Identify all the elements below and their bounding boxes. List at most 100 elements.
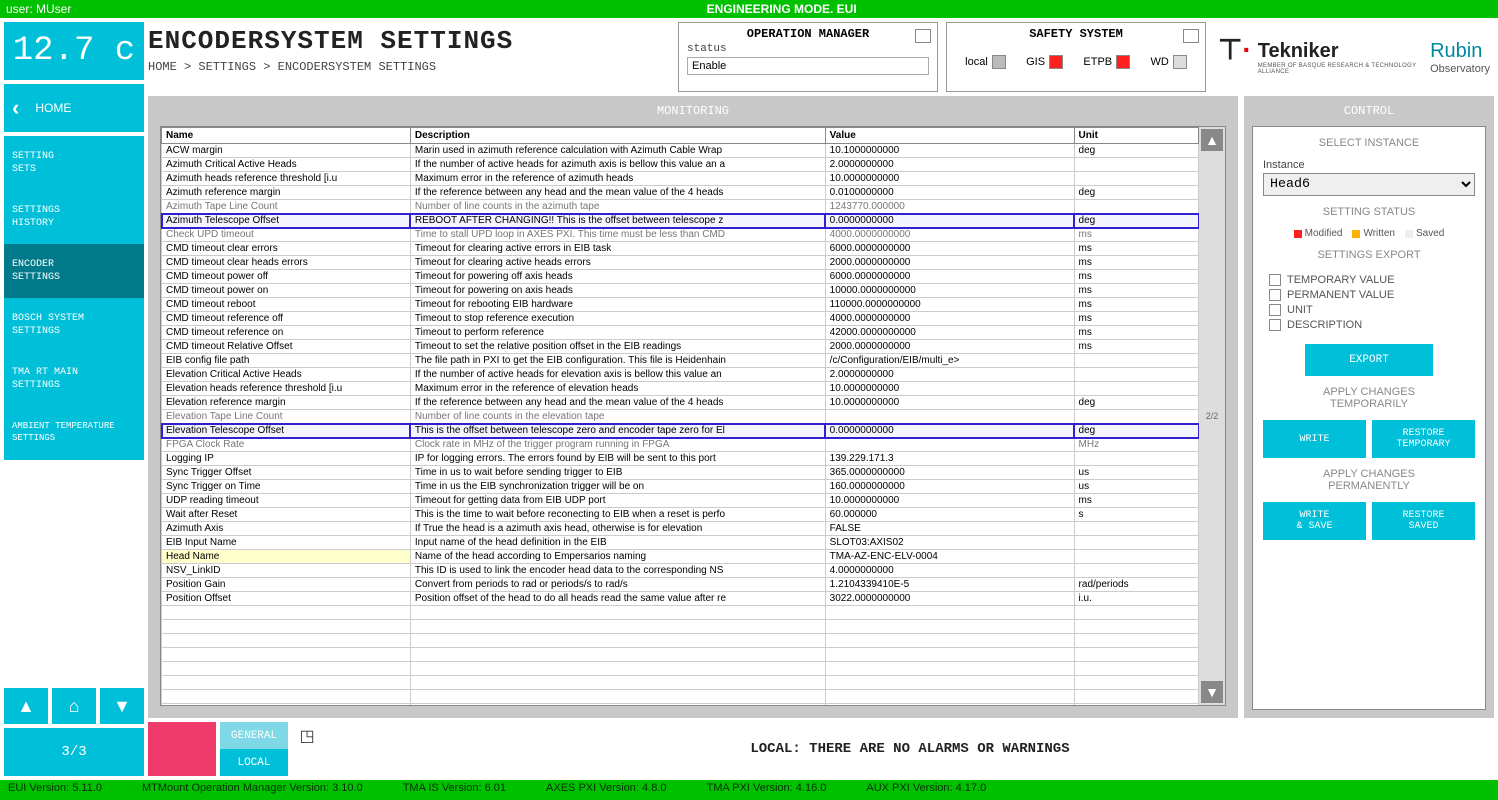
table-row[interactable]: CMD timeout Relative OffsetTimeout to se… (162, 340, 1199, 354)
table-row[interactable]: CMD timeout rebootTimeout for rebooting … (162, 298, 1199, 312)
table-row[interactable]: Check UPD timeoutTime to stall UPD loop … (162, 228, 1199, 242)
table-row[interactable]: Azimuth AxisIf True the head is a azimut… (162, 522, 1199, 536)
safety-indicator: GIS (1026, 55, 1063, 69)
table-scrollbar[interactable]: ▲ 2/2 ▼ (1199, 127, 1225, 705)
column-header[interactable]: Name (162, 128, 411, 144)
sidebar-item[interactable]: SETTING SETS (4, 136, 144, 190)
legend-item: Written (1352, 228, 1395, 239)
nav-house-button[interactable]: ⌂ (52, 688, 96, 724)
instance-select[interactable]: Head6 (1263, 173, 1475, 196)
rubin-sub: Observatory (1430, 63, 1490, 75)
setting-status-title: SETTING STATUS (1263, 206, 1475, 218)
expand-icon[interactable] (915, 29, 931, 43)
table-row[interactable]: Position OffsetPosition offset of the he… (162, 592, 1199, 606)
table-row (162, 662, 1199, 676)
table-row[interactable]: CMD timeout power offTimeout for powerin… (162, 270, 1199, 284)
tab-general[interactable]: GENERAL (220, 722, 288, 749)
expand-icon[interactable] (1183, 29, 1199, 43)
breadcrumb: HOME > SETTINGS > ENCODERSYSTEM SETTINGS (148, 60, 670, 74)
table-row[interactable]: Azimuth heads reference threshold [i.uMa… (162, 172, 1199, 186)
alarm-indicator[interactable] (148, 722, 216, 776)
scroll-down-icon[interactable]: ▼ (1201, 681, 1223, 703)
table-row[interactable]: CMD timeout reference offTimeout to stop… (162, 312, 1199, 326)
table-row[interactable]: Sync Trigger OffsetTime in us to wait be… (162, 466, 1199, 480)
sidebar-item[interactable]: AMBIENT TEMPERATURE SETTINGS (4, 406, 144, 460)
table-row[interactable]: NSV_LinkIDThis ID is used to link the en… (162, 564, 1199, 578)
popout-icon[interactable]: ◳ (292, 722, 322, 776)
table-row[interactable]: CMD timeout clear errorsTimeout for clea… (162, 242, 1199, 256)
safety-system-panel: SAFETY SYSTEM localGISETPBWD (946, 22, 1206, 92)
user-label: user: MUser (6, 2, 71, 16)
export-option[interactable]: UNIT (1269, 304, 1475, 316)
footer: GENERAL LOCAL ◳ LOCAL: THERE ARE NO ALAR… (148, 722, 1494, 776)
table-row[interactable]: Logging IPIP for logging errors. The err… (162, 452, 1199, 466)
table-row[interactable]: Azimuth Tape Line CountNumber of line co… (162, 200, 1199, 214)
table-page: 2/2 (1201, 405, 1223, 427)
table-row[interactable]: Sync Trigger on TimeTime in us the EIB s… (162, 480, 1199, 494)
checkbox-icon[interactable] (1269, 289, 1281, 301)
table-row[interactable]: CMD timeout clear heads errorsTimeout fo… (162, 256, 1199, 270)
table-row[interactable]: Wait after ResetThis is the time to wait… (162, 508, 1199, 522)
tab-local[interactable]: LOCAL (220, 749, 288, 776)
top-bar: user: MUser ENGINEERING MODE. EUI (0, 0, 1498, 18)
nav-down-button[interactable]: ▼ (100, 688, 144, 724)
sidebar-item[interactable]: BOSCH SYSTEM SETTINGS (4, 298, 144, 352)
opmgr-title: OPERATION MANAGER (687, 27, 929, 41)
tekniker-logo-icon: ⊤· (1218, 40, 1252, 60)
table-row[interactable]: CMD timeout reference onTimeout to perfo… (162, 326, 1199, 340)
table-row (162, 648, 1199, 662)
restore-temporary-button[interactable]: RESTORE TEMPORARY (1372, 420, 1475, 458)
tekniker-sub: MEMBER OF BASQUE RESEARCH & TECHNOLOGY A… (1258, 63, 1418, 75)
export-option[interactable]: TEMPORARY VALUE (1269, 274, 1475, 286)
table-row[interactable]: EIB Input NameInput name of the head def… (162, 536, 1199, 550)
table-row[interactable]: ACW marginMarin used in azimuth referenc… (162, 144, 1199, 158)
table-row[interactable]: Elevation Tape Line CountNumber of line … (162, 410, 1199, 424)
table-row[interactable]: Elevation Telescope OffsetThis is the of… (162, 424, 1199, 438)
column-header[interactable]: Value (825, 128, 1074, 144)
export-button[interactable]: EXPORT (1305, 344, 1432, 376)
version-label: EUI Version: 5.11.0 (8, 782, 102, 794)
alarm-message: LOCAL: THERE ARE NO ALARMS OR WARNINGS (326, 722, 1494, 776)
table-row (162, 620, 1199, 634)
scroll-up-icon[interactable]: ▲ (1201, 129, 1223, 151)
write-button[interactable]: WRITE (1263, 420, 1366, 458)
table-row[interactable]: Azimuth Critical Active HeadsIf the numb… (162, 158, 1199, 172)
table-row[interactable]: FPGA Clock RateClock rate in MHz of the … (162, 438, 1199, 452)
legend-item: Saved (1405, 228, 1444, 239)
table-row[interactable]: UDP reading timeoutTimeout for getting d… (162, 494, 1199, 508)
version-label: TMA IS Version: 6.01 (403, 782, 506, 794)
table-row[interactable]: Azimuth reference marginIf the reference… (162, 186, 1199, 200)
sidebar-item[interactable]: ENCODER SETTINGS (4, 244, 144, 298)
table-row[interactable]: Position GainConvert from periods to rad… (162, 578, 1199, 592)
table-row[interactable]: Azimuth Telescope OffsetREBOOT AFTER CHA… (162, 214, 1199, 228)
mode-label: ENGINEERING MODE. EUI (71, 2, 1492, 16)
table-row (162, 676, 1199, 690)
checkbox-icon[interactable] (1269, 274, 1281, 286)
page-title: ENCODERSYSTEM SETTINGS (148, 26, 670, 56)
table-row[interactable]: Elevation heads reference threshold [i.u… (162, 382, 1199, 396)
nav-up-button[interactable]: ▲ (4, 688, 48, 724)
write-save-button[interactable]: WRITE & SAVE (1263, 502, 1366, 540)
version-badge: 12.7 c (4, 22, 144, 80)
checkbox-icon[interactable] (1269, 304, 1281, 316)
version-label: MTMount Operation Manager Version: 3.10.… (142, 782, 363, 794)
export-option[interactable]: DESCRIPTION (1269, 319, 1475, 331)
checkbox-icon[interactable] (1269, 319, 1281, 331)
restore-saved-button[interactable]: RESTORE SAVED (1372, 502, 1475, 540)
table-row[interactable]: Head NameName of the head according to E… (162, 550, 1199, 564)
table-row[interactable]: CMD timeout power onTimeout for powering… (162, 284, 1199, 298)
table-row[interactable]: EIB config file pathThe file path in PXI… (162, 354, 1199, 368)
nav-home[interactable]: ‹ HOME (4, 84, 144, 132)
column-header[interactable]: Unit (1074, 128, 1198, 144)
sidebar-item[interactable]: SETTINGS HISTORY (4, 190, 144, 244)
table-row[interactable]: Elevation reference marginIf the referen… (162, 396, 1199, 410)
version-label: AXES PXI Version: 4.8.0 (546, 782, 666, 794)
table-row[interactable]: Elevation Critical Active HeadsIf the nu… (162, 368, 1199, 382)
version-bar: EUI Version: 5.11.0 MTMount Operation Man… (0, 780, 1498, 796)
column-header[interactable]: Description (410, 128, 825, 144)
apply-perm-title: APPLY CHANGES PERMANENTLY (1263, 468, 1475, 492)
opmgr-status-field[interactable] (687, 57, 929, 75)
instance-label: Instance (1263, 159, 1475, 171)
export-option[interactable]: PERMANENT VALUE (1269, 289, 1475, 301)
sidebar-item[interactable]: TMA RT MAIN SETTINGS (4, 352, 144, 406)
